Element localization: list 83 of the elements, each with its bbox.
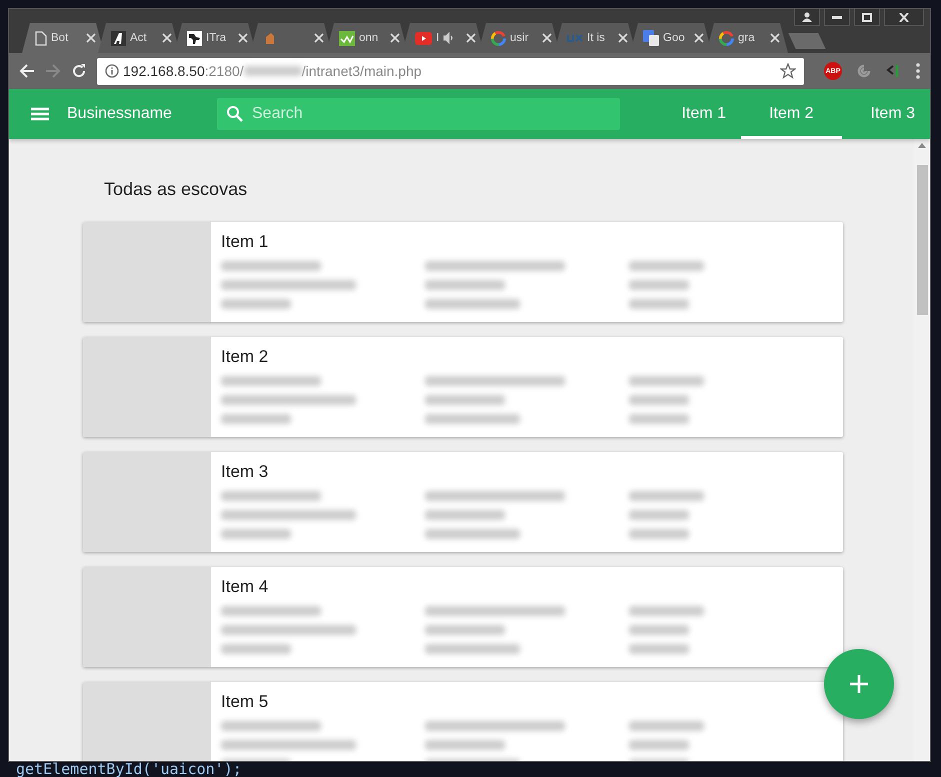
close-icon[interactable] bbox=[86, 33, 96, 43]
video-icon bbox=[415, 32, 432, 44]
plus-icon bbox=[850, 675, 868, 693]
tab-title: Act bbox=[130, 32, 147, 44]
blurred-text bbox=[629, 299, 689, 309]
minimize-icon bbox=[832, 15, 842, 19]
scrollbar-thumb[interactable] bbox=[916, 165, 928, 315]
reload-icon[interactable] bbox=[71, 63, 87, 79]
item-card[interactable]: Item 2 bbox=[83, 337, 843, 437]
card-title: Item 4 bbox=[221, 577, 270, 597]
item-card[interactable]: Item 5 bbox=[83, 682, 843, 761]
blurred-text bbox=[629, 625, 689, 635]
add-button[interactable] bbox=[824, 649, 894, 719]
blurred-text bbox=[221, 529, 291, 539]
blurred-text bbox=[629, 280, 689, 290]
tab-title: Goo bbox=[663, 32, 685, 44]
close-icon[interactable] bbox=[542, 33, 552, 43]
page-icon bbox=[35, 30, 47, 46]
blurred-text bbox=[629, 414, 689, 424]
close-icon[interactable] bbox=[390, 33, 400, 43]
maximize-button[interactable] bbox=[854, 9, 880, 26]
close-icon[interactable] bbox=[238, 33, 248, 43]
close-icon[interactable] bbox=[162, 33, 172, 43]
close-icon[interactable] bbox=[770, 33, 780, 43]
card-title: Item 2 bbox=[221, 347, 270, 367]
card-title: Item 5 bbox=[221, 692, 270, 712]
url-host: 192.168.8.50 bbox=[123, 63, 205, 79]
blurred-text bbox=[221, 299, 291, 309]
blurred-text bbox=[629, 510, 689, 520]
card-title: Item 3 bbox=[221, 462, 270, 482]
maximize-icon bbox=[862, 12, 872, 22]
wave-logo-icon bbox=[339, 30, 355, 46]
blurred-text bbox=[629, 395, 689, 405]
profile-button[interactable] bbox=[794, 9, 820, 26]
tab-title: usir bbox=[510, 32, 529, 44]
close-icon[interactable] bbox=[466, 33, 476, 43]
blurred-text bbox=[221, 414, 291, 424]
back-icon[interactable] bbox=[19, 63, 35, 79]
blurred-text bbox=[629, 740, 689, 750]
google-icon bbox=[491, 30, 506, 46]
page-heading: Todas as escovas bbox=[104, 179, 248, 200]
address-field[interactable]: 192.168.8.50:2180/ /intranet3/main.php bbox=[97, 58, 804, 84]
dinosaur-icon bbox=[187, 30, 202, 46]
code-text: getElementById('uaicon'); bbox=[16, 761, 242, 777]
info-icon bbox=[105, 64, 119, 78]
star-icon[interactable] bbox=[780, 63, 796, 79]
tab-title: I bbox=[436, 32, 440, 44]
tab-title: It is bbox=[587, 32, 605, 44]
close-icon[interactable] bbox=[618, 33, 628, 43]
browser-tab[interactable]: gra bbox=[706, 23, 788, 53]
scroll-up-icon[interactable] bbox=[918, 143, 926, 148]
close-icon[interactable] bbox=[694, 33, 704, 43]
item-card[interactable]: Item 3 bbox=[83, 452, 843, 552]
item-card[interactable]: Item 1 bbox=[83, 222, 843, 322]
blurred-text bbox=[629, 644, 689, 654]
url-path: /intranet3/main.php bbox=[302, 63, 422, 79]
tab-title: ITra bbox=[206, 32, 226, 44]
google-icon bbox=[719, 30, 734, 46]
search-icon bbox=[226, 105, 244, 123]
nav-tab[interactable]: Item 2 bbox=[741, 89, 842, 139]
close-icon bbox=[899, 12, 909, 22]
menu-icon[interactable] bbox=[31, 107, 49, 121]
tab-title: Bot bbox=[51, 32, 68, 44]
logo-icon bbox=[111, 30, 126, 46]
brand-name: Businessname bbox=[67, 105, 173, 123]
blurred-text bbox=[221, 644, 291, 654]
logo-icon bbox=[567, 33, 583, 43]
tab-title: onn bbox=[359, 32, 378, 44]
blurred-text bbox=[629, 529, 689, 539]
person-icon bbox=[802, 12, 812, 22]
item-card[interactable]: Item 4 bbox=[83, 567, 843, 667]
minimize-button[interactable] bbox=[824, 9, 850, 26]
translate-icon bbox=[643, 30, 659, 46]
close-button[interactable] bbox=[884, 9, 924, 26]
url-port: :2180/ bbox=[204, 63, 244, 79]
card-title: Item 1 bbox=[221, 232, 270, 252]
tab-title: gra bbox=[738, 32, 755, 44]
menu-icon[interactable] bbox=[916, 63, 920, 79]
search-field[interactable]: Search bbox=[217, 98, 620, 130]
close-icon[interactable] bbox=[314, 33, 324, 43]
nav-tab[interactable]: Item 1 bbox=[652, 89, 742, 139]
blurred-text bbox=[244, 66, 302, 76]
nav-tab[interactable]: Item 3 bbox=[842, 89, 930, 139]
